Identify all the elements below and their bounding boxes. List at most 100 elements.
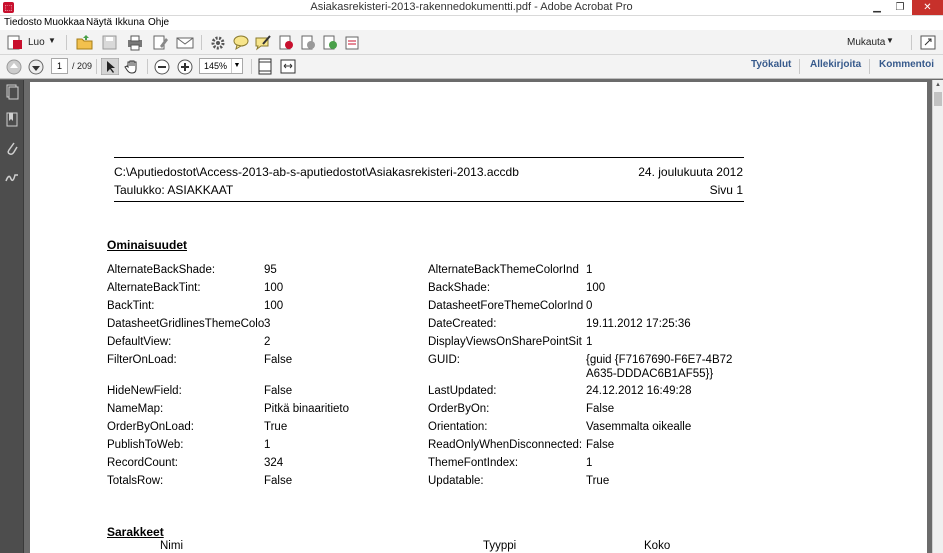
open-folder-icon[interactable] [76,34,94,51]
property-value: True [264,421,288,433]
property-value: 95 [264,264,277,276]
property-key: OrderByOn: [428,403,490,415]
property-key: NameMap: [107,403,164,415]
property-key: DisplayViewsOnSharePointSit [428,336,582,348]
select-tool-icon[interactable] [101,58,119,75]
create-button[interactable]: Luo [28,37,45,48]
page-number-input[interactable]: 1 [51,58,68,74]
customize-button[interactable]: Mukauta [847,37,885,48]
zoom-level-select[interactable]: 145% ▼ [199,58,243,74]
minimize-button[interactable]: ▁ [866,0,888,15]
zoom-in-icon[interactable] [176,58,194,75]
property-value: True [586,475,610,487]
sign-pane-button[interactable]: Allekirjoita [810,59,861,70]
property-value: Vasemmalta oikealle [586,421,692,433]
create-pdf-icon[interactable] [6,34,24,51]
menu-tiedosto[interactable]: Tiedosto [4,17,42,28]
property-value-continued: A635-DDDAC6B1AF55}} [586,368,714,380]
property-key: TotalsRow: [107,475,164,487]
table-name: Taulukko: ASIAKKAAT [114,183,234,197]
separator [147,59,148,74]
page-total: / 209 [72,61,93,71]
edit-document-icon[interactable] [151,34,169,51]
hand-tool-icon[interactable] [123,58,141,75]
separator [911,35,912,50]
property-key: DefaultView: [107,336,172,348]
signature-icon[interactable] [5,169,19,185]
property-value: Pitkä binaaritieto [264,403,350,415]
menu-nayta[interactable]: Näytä [86,17,112,28]
document-viewport[interactable]: C:\Aputiedostot\Access-2013-ab-s-aputied… [25,80,932,553]
property-value: False [264,354,293,366]
property-key: Updatable: [428,475,484,487]
bookmark-icon[interactable] [5,112,19,128]
comment-pane-button[interactable]: Kommentoi [879,59,934,70]
property-value: 100 [264,300,284,312]
property-key: ThemeFontIndex: [428,457,519,469]
menu-muokkaa[interactable]: Muokkaa [44,17,85,28]
print-icon[interactable] [126,34,144,51]
menu-ohje[interactable]: Ohje [148,17,169,28]
tools-pane-button[interactable]: Työkalut [751,59,791,70]
separator [869,59,870,74]
property-key: BackTint: [107,300,155,312]
property-key: AlternateBackShade: [107,264,216,276]
pdf-page: C:\Aputiedostot\Access-2013-ab-s-aputied… [30,82,927,553]
protect-icon[interactable] [299,34,317,51]
chevron-down-icon[interactable]: ▼ [48,36,56,45]
export-icon[interactable] [321,34,339,51]
separator [799,59,800,74]
section-title-columns: Sarakkeet [107,525,164,539]
vertical-scrollbar[interactable]: ▲ [932,80,943,553]
gear-icon[interactable] [209,34,227,51]
next-page-icon[interactable] [27,58,45,75]
email-icon[interactable] [176,34,194,51]
section-title-properties: Ominaisuudet [107,238,188,252]
column-header-name: Nimi [160,540,183,552]
property-key: HideNewField: [107,385,182,397]
prev-page-icon[interactable] [5,58,23,75]
title-bar: ⬚ Asiakasrekisteri-2013-rakennedokumentt… [0,0,943,16]
property-value: 100 [586,282,606,294]
header-rule-top [114,157,744,158]
scroll-up-arrow-icon[interactable]: ▲ [933,80,943,90]
main-toolbar: Luo ▼ Mukauta ▼ [0,30,943,55]
separator [96,59,97,74]
menu-bar: Tiedosto Muokkaa Näytä Ikkuna Ohje [0,16,943,30]
restore-button[interactable]: ❐ [889,0,911,15]
highlight-icon[interactable] [254,34,272,51]
fit-width-icon[interactable] [279,58,297,75]
property-key: DateCreated: [428,318,497,330]
stamp-icon[interactable] [277,34,295,51]
property-value: False [586,403,615,415]
forms-icon[interactable] [343,34,361,51]
document-date: 24. joulukuuta 2012 [638,165,743,179]
property-value: 100 [264,282,284,294]
expand-icon[interactable] [919,34,937,51]
property-value: 1 [586,264,593,276]
page-number: Sivu 1 [709,183,743,197]
fit-page-icon[interactable] [256,58,274,75]
property-value: 1 [586,336,593,348]
window-title: Asiakasrekisteri-2013-rakennedokumentti.… [310,1,633,13]
comment-icon[interactable] [232,34,250,51]
separator [66,35,67,50]
zoom-out-icon[interactable] [153,58,171,75]
property-key: AlternateBackThemeColorInd [428,264,579,276]
column-header-type: Tyyppi [483,540,517,552]
property-key: PublishToWeb: [107,439,184,451]
menu-ikkuna[interactable]: Ikkuna [115,17,144,28]
close-button[interactable]: ✕ [912,0,943,15]
property-key: Orientation: [428,421,488,433]
chevron-down-icon[interactable]: ▼ [886,36,894,45]
navigation-toolbar: 1 / 209 145% ▼ Työkalut Allekirjoita Kom… [0,55,943,79]
property-key: BackShade: [428,282,491,294]
property-key: RecordCount: [107,457,178,469]
attachment-icon[interactable] [5,140,19,156]
save-icon[interactable] [101,34,119,51]
scroll-thumb[interactable] [934,92,942,106]
column-header-size: Koko [644,540,671,552]
chevron-down-icon[interactable]: ▼ [231,59,242,73]
page-thumbnails-icon[interactable] [5,84,19,100]
property-key: FilterOnLoad: [107,354,177,366]
